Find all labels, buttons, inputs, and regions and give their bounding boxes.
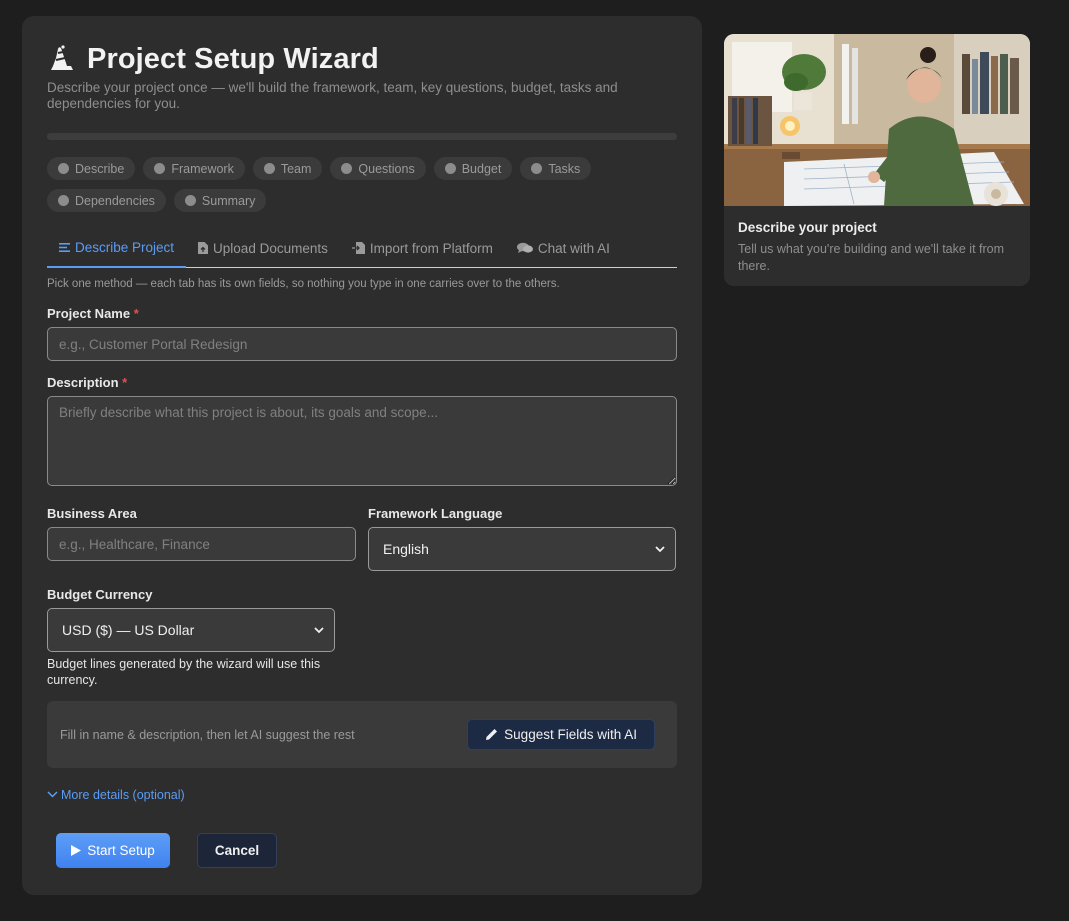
step-dot-icon — [58, 163, 69, 174]
tab-label: Import from Platform — [369, 240, 493, 256]
step-label: Describe — [75, 161, 125, 176]
budget-currency-group: Budget Currency USD ($) — US Dollar Budg… — [47, 587, 677, 688]
project-name-input[interactable] — [47, 327, 677, 361]
side-card: Describe your project Tell us what you'r… — [724, 34, 1030, 286]
framework-language-group: Framework Language English — [368, 506, 676, 571]
step-dot-icon — [184, 195, 196, 206]
step-budget[interactable]: Budget — [433, 157, 513, 180]
step-label: Summary — [201, 193, 256, 208]
step-summary[interactable]: Summary — [173, 189, 267, 212]
step-questions[interactable]: Questions — [330, 157, 426, 180]
step-dot-icon — [341, 163, 353, 174]
play-icon — [71, 845, 82, 856]
tab-label: Upload Documents — [213, 240, 328, 256]
pencil-icon — [486, 729, 498, 740]
description-textarea[interactable] — [47, 396, 677, 486]
business-language-row: Business Area Framework Language English — [47, 506, 677, 571]
framework-language-label: Framework Language — [368, 506, 503, 521]
framework-language-select[interactable]: English — [368, 527, 676, 571]
select-value: USD ($) — US Dollar — [62, 622, 195, 638]
required-mark: * — [133, 306, 139, 321]
button-label: Suggest Fields with AI — [504, 727, 637, 742]
cancel-button[interactable]: Cancel — [197, 833, 277, 868]
step-dot-icon — [263, 163, 275, 174]
project-name-group: Project Name * — [47, 306, 677, 361]
select-value: English — [383, 541, 429, 557]
step-tasks[interactable]: Tasks — [520, 157, 592, 180]
label-text: Project Name — [47, 306, 131, 321]
description-label: Description * — [47, 375, 677, 390]
tab-import-from-platform[interactable]: Import from Platform — [340, 228, 505, 268]
step-label: Budget — [461, 161, 502, 176]
side-card-body: Describe your project Tell us what you'r… — [724, 206, 1030, 275]
step-list: Describe Framework Team Questions Budget… — [47, 157, 607, 212]
step-label: Team — [280, 161, 312, 176]
required-mark: * — [122, 375, 128, 390]
tab-label: Describe Project — [75, 239, 175, 255]
chevron-down-icon — [47, 791, 58, 798]
chat-icon — [516, 242, 533, 253]
list-icon — [59, 242, 70, 252]
business-area-group: Business Area — [47, 506, 356, 571]
button-label: Start Setup — [87, 843, 155, 858]
step-dot-icon — [444, 163, 456, 174]
step-label: Questions — [358, 161, 415, 176]
business-area-input[interactable] — [47, 527, 356, 561]
wizard-panel: Project Setup Wizard Describe your proje… — [22, 16, 702, 895]
description-group: Description * — [47, 375, 677, 491]
title-row: Project Setup Wizard — [47, 42, 677, 76]
currency-note: Budget lines generated by the wizard wil… — [47, 657, 321, 687]
step-describe[interactable]: Describe — [47, 157, 136, 180]
start-setup-button[interactable]: Start Setup — [56, 833, 170, 868]
side-card-text: Tell us what you're building and we'll t… — [738, 242, 1005, 273]
page-subtitle: Describe your project once — we'll build… — [47, 80, 618, 111]
tab-upload-documents[interactable]: Upload Documents — [186, 228, 340, 268]
file-upload-icon — [198, 242, 209, 254]
side-card-title: Describe your project — [738, 220, 877, 235]
progress-bar — [47, 133, 677, 140]
step-label: Dependencies — [75, 193, 155, 208]
step-dot-icon — [58, 195, 69, 206]
step-dependencies[interactable]: Dependencies — [47, 189, 166, 212]
step-framework[interactable]: Framework — [143, 157, 245, 180]
project-name-label: Project Name * — [47, 306, 677, 321]
budget-currency-label: Budget Currency — [47, 587, 153, 602]
chevron-down-icon — [655, 545, 665, 552]
tab-chat-with-ai[interactable]: Chat with AI — [505, 228, 622, 268]
step-dot-icon — [531, 163, 543, 174]
more-details-row: More details (optional) — [47, 785, 677, 803]
page-title: Project Setup Wizard — [87, 42, 379, 75]
tab-describe-project[interactable]: Describe Project — [47, 228, 187, 268]
tab-label: Chat with AI — [537, 240, 610, 256]
ai-suggest-box: Fill in name & description, then let AI … — [47, 701, 677, 768]
step-team[interactable]: Team — [252, 157, 323, 180]
label-text: Description — [47, 375, 119, 390]
method-tabs: Describe Project Upload Documents Import… — [47, 228, 677, 268]
form-actions: Start Setup Cancel — [56, 833, 677, 868]
step-label: Tasks — [548, 161, 581, 176]
suggest-fields-button[interactable]: Suggest Fields with AI — [467, 719, 655, 750]
more-details-toggle[interactable]: More details (optional) — [47, 788, 185, 802]
step-label: Framework — [171, 161, 234, 176]
wizard-hat-icon — [47, 44, 77, 74]
workspace-photo — [724, 34, 1030, 206]
step-dot-icon — [154, 163, 166, 174]
budget-currency-select[interactable]: USD ($) — US Dollar — [47, 608, 335, 652]
chevron-down-icon — [314, 626, 324, 633]
more-details-label: More details (optional) — [61, 787, 185, 802]
tab-hint: Pick one method — each tab has its own f… — [47, 278, 560, 290]
business-area-label: Business Area — [47, 506, 137, 521]
import-icon — [351, 242, 365, 254]
ai-suggest-text: Fill in name & description, then let AI … — [60, 727, 355, 742]
